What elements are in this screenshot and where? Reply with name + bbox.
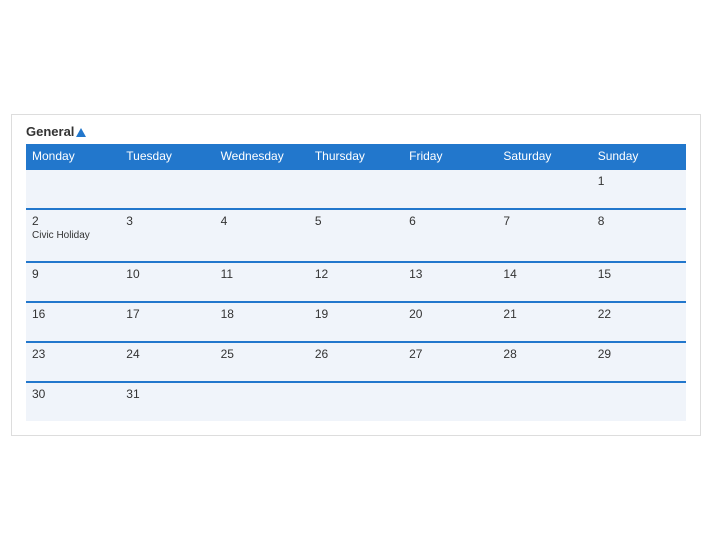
calendar: General MondayTuesdayWednesdayThursdayFr…	[11, 114, 701, 436]
day-number: 3	[126, 214, 208, 228]
calendar-cell: 9	[26, 262, 120, 302]
calendar-cell: 6	[403, 209, 497, 262]
calendar-week-row: 30 31	[26, 382, 686, 421]
day-number: 5	[315, 214, 397, 228]
day-number: 18	[221, 307, 303, 321]
day-number: 10	[126, 267, 208, 281]
day-number: 2	[32, 214, 114, 228]
day-number: 14	[503, 267, 585, 281]
day-number: 12	[315, 267, 397, 281]
calendar-cell	[120, 169, 214, 209]
day-number: 28	[503, 347, 585, 361]
logo-triangle-icon	[76, 128, 86, 137]
calendar-cell	[26, 169, 120, 209]
calendar-cell: 29	[592, 342, 686, 382]
calendar-cell: 27	[403, 342, 497, 382]
day-number: 15	[598, 267, 680, 281]
calendar-cell: 13	[403, 262, 497, 302]
calendar-cell: 10	[120, 262, 214, 302]
calendar-cell: 20	[403, 302, 497, 342]
calendar-grid: MondayTuesdayWednesdayThursdayFridaySatu…	[26, 144, 686, 421]
calendar-cell: 8	[592, 209, 686, 262]
day-number: 27	[409, 347, 491, 361]
calendar-cell	[403, 382, 497, 421]
calendar-cell: 28	[497, 342, 591, 382]
calendar-week-row: 16 17 18 19 20 21 22	[26, 302, 686, 342]
calendar-cell	[309, 169, 403, 209]
calendar-header: General	[26, 125, 686, 138]
calendar-cell	[497, 169, 591, 209]
calendar-cell	[403, 169, 497, 209]
calendar-week-row: 9 10 11 12 13 14 15	[26, 262, 686, 302]
calendar-cell: 31	[120, 382, 214, 421]
day-number: 8	[598, 214, 680, 228]
holiday-label: Civic Holiday	[32, 230, 114, 241]
day-number: 29	[598, 347, 680, 361]
calendar-cell: 5	[309, 209, 403, 262]
day-header-sunday: Sunday	[592, 144, 686, 169]
calendar-cell: 1	[592, 169, 686, 209]
calendar-week-row: 23 24 25 26 27 28 29	[26, 342, 686, 382]
calendar-cell: 25	[215, 342, 309, 382]
day-number: 13	[409, 267, 491, 281]
calendar-cell	[215, 169, 309, 209]
day-header-tuesday: Tuesday	[120, 144, 214, 169]
calendar-cell: 7	[497, 209, 591, 262]
day-number: 9	[32, 267, 114, 281]
day-number: 6	[409, 214, 491, 228]
day-header-thursday: Thursday	[309, 144, 403, 169]
day-number: 21	[503, 307, 585, 321]
calendar-cell: 26	[309, 342, 403, 382]
day-number: 22	[598, 307, 680, 321]
calendar-week-row: 2 Civic Holiday 345678	[26, 209, 686, 262]
calendar-cell: 16	[26, 302, 120, 342]
day-number: 23	[32, 347, 114, 361]
calendar-cell: 30	[26, 382, 120, 421]
calendar-cell	[215, 382, 309, 421]
day-number: 4	[221, 214, 303, 228]
calendar-cell: 22	[592, 302, 686, 342]
day-number: 11	[221, 267, 303, 281]
logo: General	[26, 125, 86, 138]
calendar-cell: 21	[497, 302, 591, 342]
day-number: 30	[32, 387, 114, 401]
calendar-week-row: 1	[26, 169, 686, 209]
day-number: 25	[221, 347, 303, 361]
day-number: 1	[598, 174, 680, 188]
calendar-cell	[309, 382, 403, 421]
day-number: 17	[126, 307, 208, 321]
calendar-cell: 18	[215, 302, 309, 342]
calendar-cell: 3	[120, 209, 214, 262]
calendar-cell	[592, 382, 686, 421]
calendar-cell: 2 Civic Holiday	[26, 209, 120, 262]
calendar-cell: 19	[309, 302, 403, 342]
calendar-cell: 15	[592, 262, 686, 302]
calendar-cell: 24	[120, 342, 214, 382]
calendar-cell	[497, 382, 591, 421]
calendar-cell: 14	[497, 262, 591, 302]
calendar-cell: 11	[215, 262, 309, 302]
day-number: 31	[126, 387, 208, 401]
day-header-wednesday: Wednesday	[215, 144, 309, 169]
logo-general-text: General	[26, 125, 86, 138]
day-number: 16	[32, 307, 114, 321]
day-number: 19	[315, 307, 397, 321]
calendar-cell: 23	[26, 342, 120, 382]
day-number: 26	[315, 347, 397, 361]
day-header-saturday: Saturday	[497, 144, 591, 169]
day-header-friday: Friday	[403, 144, 497, 169]
day-header-monday: Monday	[26, 144, 120, 169]
day-number: 24	[126, 347, 208, 361]
calendar-cell: 17	[120, 302, 214, 342]
calendar-cell: 12	[309, 262, 403, 302]
calendar-header-row: MondayTuesdayWednesdayThursdayFridaySatu…	[26, 144, 686, 169]
day-number: 7	[503, 214, 585, 228]
day-number: 20	[409, 307, 491, 321]
calendar-cell: 4	[215, 209, 309, 262]
